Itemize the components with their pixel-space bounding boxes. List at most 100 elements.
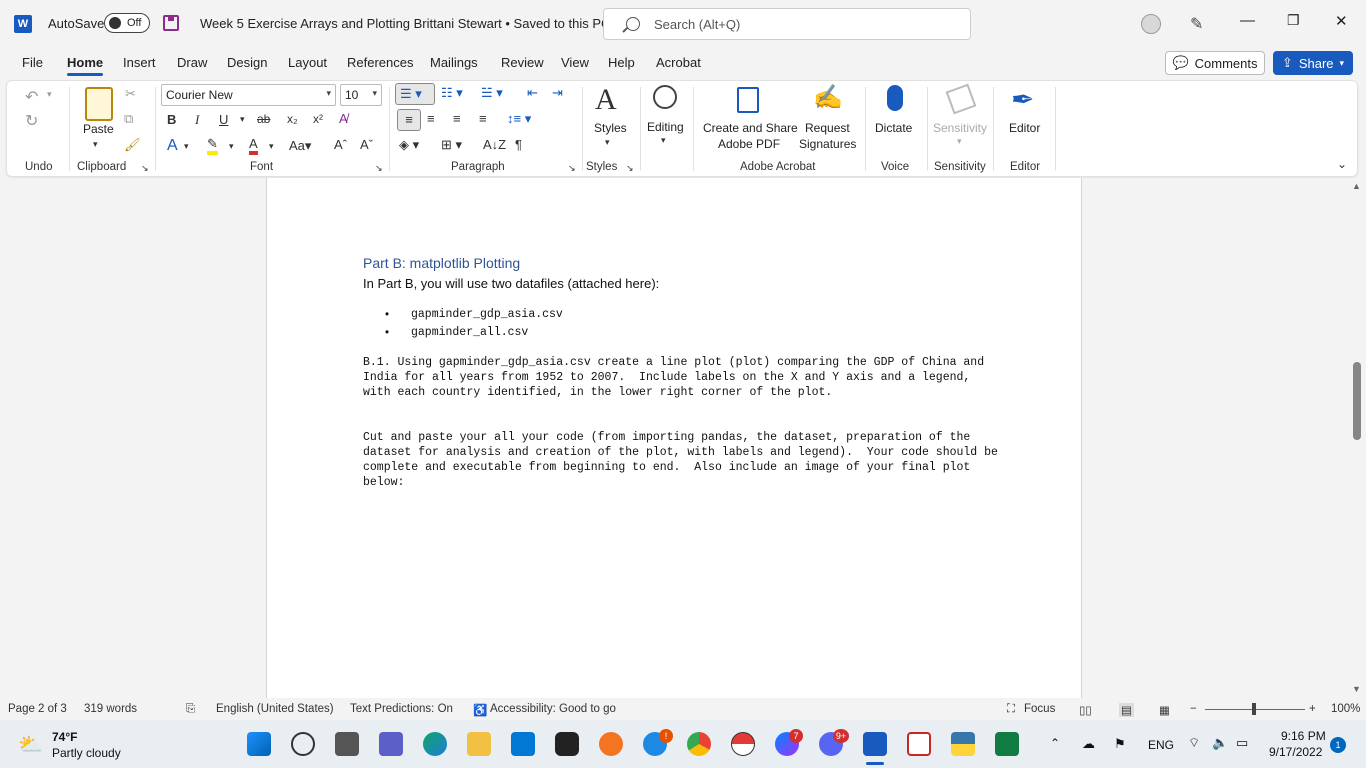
align-right-icon[interactable]: ≡ xyxy=(453,111,461,126)
teams-chat-icon[interactable] xyxy=(379,732,403,756)
onedrive-icon[interactable]: ☁ xyxy=(1082,736,1095,752)
tab-help[interactable]: Help xyxy=(608,55,635,70)
pokemon-app-icon[interactable] xyxy=(731,732,755,756)
editing-label[interactable]: Editing xyxy=(647,119,684,135)
focus-icon[interactable]: ⛶ xyxy=(1007,703,1015,716)
clock-date[interactable]: 9/17/2022 xyxy=(1269,745,1322,759)
scrollbar-thumb[interactable] xyxy=(1353,362,1361,440)
redo-icon[interactable]: ↻ xyxy=(25,111,38,131)
clear-formatting-icon[interactable]: A̸ xyxy=(339,111,348,126)
minimize-button[interactable]: — xyxy=(1240,12,1255,29)
font-size-select[interactable]: 10 ▾ xyxy=(340,84,382,106)
crunchyroll-icon[interactable] xyxy=(599,732,623,756)
create-pdf-label-1[interactable]: Create and Share xyxy=(703,120,798,136)
styles-dropdown-icon[interactable]: ▾ xyxy=(605,137,610,148)
editor-label[interactable]: Editor xyxy=(1009,120,1040,136)
justify-icon[interactable]: ≡ xyxy=(479,111,487,126)
editing-dropdown-icon[interactable]: ▾ xyxy=(661,135,666,146)
wifi-icon[interactable]: ⌔ xyxy=(1188,735,1200,751)
accessibility-status[interactable]: Accessibility: Good to go xyxy=(490,703,616,715)
subscript-icon[interactable]: x₂ xyxy=(287,112,298,126)
decrease-indent-icon[interactable]: ⇤ xyxy=(527,85,538,101)
show-formatting-icon[interactable]: ¶ xyxy=(515,137,522,152)
zoom-slider-thumb[interactable] xyxy=(1252,703,1256,715)
search-icon[interactable] xyxy=(291,732,315,756)
numbering-icon[interactable]: ☷ ▾ xyxy=(441,85,463,101)
language-status[interactable]: English (United States) xyxy=(216,703,334,715)
request-signatures-icon[interactable]: ✍ xyxy=(813,83,843,112)
undo-icon[interactable]: ↶ xyxy=(25,87,38,107)
scroll-down-icon[interactable]: ▼ xyxy=(1352,684,1361,694)
paste-icon[interactable] xyxy=(85,87,113,121)
app-tray-icon[interactable]: ⚑ xyxy=(1114,736,1126,752)
styles-launcher-icon[interactable]: ↘ xyxy=(626,163,634,174)
magnifier-icon[interactable] xyxy=(653,85,677,109)
document-page[interactable]: Part B: matplotlib Plotting In Part B, y… xyxy=(266,178,1082,698)
tab-file[interactable]: File xyxy=(22,55,43,70)
highlight-icon[interactable]: ✎ xyxy=(207,137,218,155)
document-title[interactable]: Week 5 Exercise Arrays and Plotting Brit… xyxy=(200,16,625,32)
zoom-out-icon[interactable]: − xyxy=(1190,703,1197,715)
paste-label[interactable]: Paste xyxy=(83,121,114,137)
shrink-font-icon[interactable]: Aˇ xyxy=(360,137,373,152)
sensitivity-dropdown-icon[interactable]: ▾ xyxy=(957,136,962,147)
tab-acrobat[interactable]: Acrobat xyxy=(656,55,701,70)
grow-font-icon[interactable]: Aˆ xyxy=(334,137,347,152)
share-button[interactable]: ⇪ Share ▾ xyxy=(1273,51,1353,75)
request-signatures-label-1[interactable]: Request xyxy=(805,120,850,136)
battery-icon[interactable]: ▭ xyxy=(1236,735,1248,751)
page-count[interactable]: Page 2 of 3 xyxy=(8,703,67,715)
save-icon[interactable] xyxy=(163,15,179,31)
microphone-icon[interactable] xyxy=(887,85,903,111)
cut-icon[interactable]: ✂ xyxy=(125,86,136,102)
collapse-ribbon-icon[interactable]: ⌄ xyxy=(1337,157,1347,171)
tab-references[interactable]: References xyxy=(347,55,413,70)
file-explorer-icon[interactable] xyxy=(467,732,491,756)
undo-dropdown-icon[interactable]: ▾ xyxy=(47,89,52,100)
underline-icon[interactable]: U xyxy=(219,112,228,127)
word-taskbar-icon[interactable] xyxy=(863,732,887,756)
search-input[interactable]: Search (Alt+Q) xyxy=(603,8,971,40)
copy-icon[interactable]: ⧉ xyxy=(124,111,133,127)
strikethrough-icon[interactable]: ab xyxy=(257,112,270,126)
start-icon[interactable] xyxy=(247,732,271,756)
paste-dropdown-icon[interactable]: ▾ xyxy=(93,139,98,150)
edge-icon[interactable] xyxy=(423,732,447,756)
italic-icon[interactable]: I xyxy=(195,112,199,128)
multilevel-list-icon[interactable]: ☱ ▾ xyxy=(481,85,503,101)
font-color-icon[interactable]: A xyxy=(249,137,258,155)
designer-pen-icon[interactable]: ✎ xyxy=(1190,14,1203,34)
increase-indent-icon[interactable]: ⇥ xyxy=(552,85,563,101)
styles-icon[interactable]: A xyxy=(595,83,617,117)
highlight-dropdown-icon[interactable]: ▾ xyxy=(229,141,234,152)
close-button[interactable]: ✕ xyxy=(1335,12,1348,30)
proofing-icon[interactable]: ⎘ xyxy=(186,703,195,716)
read-mode-icon[interactable]: ▯▯ xyxy=(1079,703,1092,717)
tab-review[interactable]: Review xyxy=(501,55,544,70)
print-layout-icon[interactable]: ▤ xyxy=(1119,703,1134,717)
editor-pen-icon[interactable]: ✒ xyxy=(1011,83,1034,116)
bold-icon[interactable]: B xyxy=(167,112,176,127)
python-icon[interactable] xyxy=(951,732,975,756)
weather-description[interactable]: Partly cloudy xyxy=(52,746,121,760)
dictate-label[interactable]: Dictate xyxy=(875,120,912,136)
font-launcher-icon[interactable]: ↘ xyxy=(375,163,383,174)
tab-insert[interactable]: Insert xyxy=(123,55,156,70)
sensitivity-label[interactable]: Sensitivity xyxy=(933,120,987,136)
shading-icon[interactable]: ◈ ▾ xyxy=(399,137,419,153)
scroll-up-icon[interactable]: ▲ xyxy=(1352,181,1361,191)
weather-icon[interactable]: ⛅ xyxy=(18,732,43,757)
request-signatures-label-2[interactable]: Signatures xyxy=(799,136,856,152)
account-icon[interactable] xyxy=(1141,14,1161,34)
tab-layout[interactable]: Layout xyxy=(288,55,327,70)
superscript-icon[interactable]: x² xyxy=(313,112,323,126)
volume-icon[interactable]: 🔈 xyxy=(1212,735,1228,751)
format-painter-icon[interactable]: 🖌 xyxy=(124,137,141,153)
borders-icon[interactable]: ⊞ ▾ xyxy=(441,137,462,153)
autosave-toggle[interactable]: Off xyxy=(104,13,150,33)
font-color-dropdown-icon[interactable]: ▾ xyxy=(269,141,274,152)
excel-icon[interactable] xyxy=(995,732,1019,756)
chrome-icon[interactable] xyxy=(687,732,711,756)
focus-label[interactable]: Focus xyxy=(1024,703,1055,715)
change-case-icon[interactable]: Aa▾ xyxy=(289,138,311,154)
